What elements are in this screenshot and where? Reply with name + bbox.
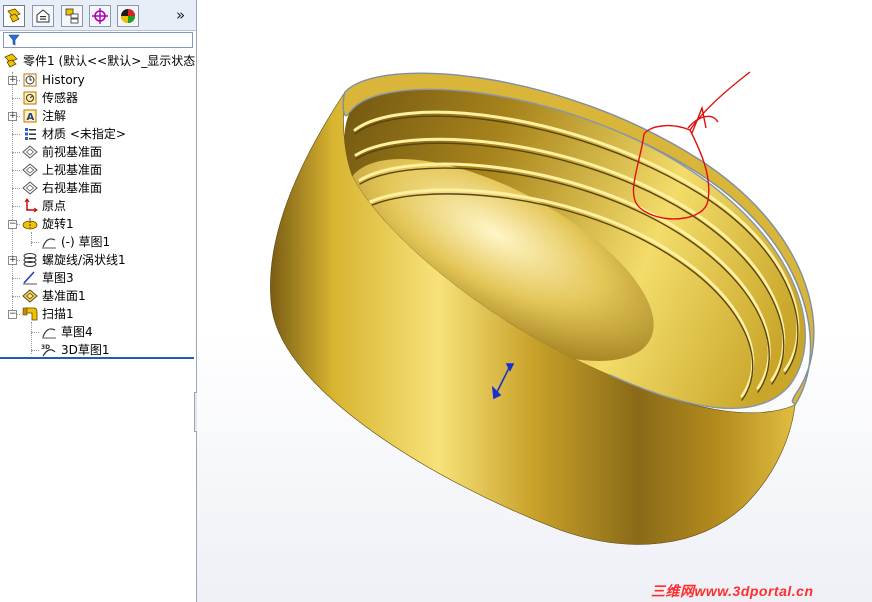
filter-icon <box>8 34 20 46</box>
plane-icon <box>22 288 38 304</box>
more-tabs-chevron[interactable]: » <box>176 6 185 24</box>
tree-item-top-plane[interactable]: 上视基准面 <box>22 161 102 179</box>
tree-item-revolve1[interactable]: 旋转1 <box>22 215 74 233</box>
tree-item-label: 右视基准面 <box>42 181 103 195</box>
tree-item-front-plane[interactable]: 前视基准面 <box>22 143 102 161</box>
dimxpert-manager-tab[interactable] <box>89 5 111 27</box>
tree-item-label: 传感器 <box>42 91 79 105</box>
svg-text:A: A <box>27 112 35 123</box>
tree-item-helix1[interactable]: 螺旋线/涡状线1 <box>22 251 126 269</box>
origin-icon <box>22 198 38 214</box>
sketch-icon <box>41 324 57 340</box>
plane-icon <box>22 180 38 196</box>
tree-item-label: 注解 <box>42 109 67 123</box>
panel-tab-bar: » <box>0 0 196 31</box>
tree-root-part[interactable]: 零件1 (默认<<默认>_显示状态 <box>3 52 195 70</box>
tree-item-label: (-) 草图1 <box>61 235 111 249</box>
feature-manager-tab[interactable] <box>3 5 25 27</box>
tree-item-label: 3D草图1 <box>61 343 110 357</box>
tree-item-label: 扫描1 <box>42 307 74 321</box>
annotation-icon: A <box>22 108 38 124</box>
tree-item-label: 螺旋线/涡状线1 <box>42 253 126 267</box>
expand-toggle[interactable]: + <box>8 76 17 85</box>
sketch-icon <box>41 234 57 250</box>
material-icon <box>22 126 38 142</box>
sketch3d-icon: 3D <box>41 342 57 358</box>
tree-item-label: 原点 <box>42 199 67 213</box>
tree-item-label: 基准面1 <box>42 289 86 303</box>
tree-item-history[interactable]: History <box>22 71 85 89</box>
configuration-manager-tab[interactable] <box>61 5 83 27</box>
tree-item-sensors[interactable]: 传感器 <box>22 89 78 107</box>
collapse-toggle[interactable]: − <box>8 220 17 229</box>
tree-filter-field[interactable] <box>3 32 193 48</box>
dimxpert-manager-icon <box>92 8 108 24</box>
plane-icon <box>22 144 38 160</box>
tree-item-sketch4[interactable]: 草图4 <box>41 323 93 341</box>
tree-item-annotations[interactable]: A 注解 <box>22 107 66 125</box>
tree-item-material[interactable]: 材质 <未指定> <box>22 125 126 143</box>
history-icon <box>22 72 38 88</box>
part-name: 零件1 (默认<<默认>_显示状态 <box>23 54 196 68</box>
revolve-icon <box>22 216 38 232</box>
tree-item-label: History <box>42 73 85 87</box>
helix-icon <box>22 252 38 268</box>
plane-icon <box>22 162 38 178</box>
tree-item-label: 材质 <未指定> <box>42 127 126 141</box>
tree-item-plane1[interactable]: 基准面1 <box>22 287 86 305</box>
collapse-toggle[interactable]: − <box>8 310 17 319</box>
configuration-manager-icon <box>65 8 79 24</box>
part-icon <box>3 53 19 69</box>
tree-item-origin[interactable]: 原点 <box>22 197 66 215</box>
tree-item-sweep1[interactable]: 扫描1 <box>22 305 74 323</box>
graphics-viewport[interactable] <box>197 0 872 602</box>
property-manager-icon <box>36 9 50 23</box>
expand-toggle[interactable]: + <box>8 256 17 265</box>
tree-item-right-plane[interactable]: 右视基准面 <box>22 179 102 197</box>
expand-toggle[interactable]: + <box>8 112 17 121</box>
sensor-icon <box>22 90 38 106</box>
threaded-cap-model[interactable] <box>197 0 872 602</box>
sketch-icon <box>22 270 38 286</box>
tree-item-label: 草图3 <box>42 271 74 285</box>
tree-item-label: 草图4 <box>61 325 93 339</box>
tree-item-label: 上视基准面 <box>42 163 103 177</box>
feature-manager-panel: » 零件1 (默认<<默认>_显示状态 + History 传感器 + A 注解… <box>0 0 197 602</box>
property-manager-tab[interactable] <box>32 5 54 27</box>
rollback-bar[interactable] <box>0 357 194 359</box>
display-manager-tab[interactable] <box>117 5 139 27</box>
tree-item-sketch1[interactable]: (-) 草图1 <box>41 233 110 251</box>
display-manager-icon <box>121 9 135 23</box>
tree-item-label: 前视基准面 <box>42 145 103 159</box>
sweep-icon <box>22 306 38 322</box>
watermark-text: 三维网www.3dportal.cn <box>651 583 814 599</box>
feature-manager-icon <box>7 8 21 23</box>
tree-item-label: 旋转1 <box>42 217 74 231</box>
tree-item-sketch3[interactable]: 草图3 <box>22 269 74 287</box>
